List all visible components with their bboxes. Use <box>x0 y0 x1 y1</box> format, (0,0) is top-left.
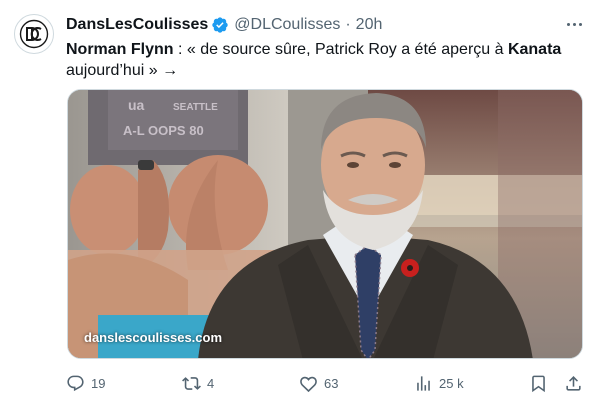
more-options-button[interactable] <box>564 14 584 34</box>
tweet-timestamp[interactable]: 20h <box>356 16 383 34</box>
more-dot <box>578 22 582 26</box>
tweet-text-place: Kanata <box>507 41 562 58</box>
tweet-media-image[interactable]: ua SEATTLE A-L OOPS 80 danslescoulisses.… <box>67 89 583 359</box>
bookmark-icon <box>532 375 545 392</box>
reply-icon <box>67 375 84 391</box>
like-button[interactable]: 63 <box>299 372 338 394</box>
reply-button[interactable]: 19 <box>66 372 105 394</box>
reply-count: 19 <box>91 375 106 391</box>
author-display-name[interactable]: DansLesCoulisses <box>66 16 208 34</box>
retweet-icon <box>182 376 201 390</box>
tweet-header: DansLesCoulisses @DLCoulisses · 20h <box>66 14 382 36</box>
svg-text:A-L OOPS 80: A-L OOPS 80 <box>123 123 204 138</box>
dlc-logo-icon <box>19 19 49 49</box>
bookmark-button[interactable] <box>529 372 548 394</box>
retweet-count: 4 <box>207 375 215 391</box>
retweet-button[interactable]: 4 <box>182 372 214 394</box>
tweet-text-name: Norman Flynn <box>66 41 174 58</box>
media-watermark: danslescoulisses.com <box>84 330 223 345</box>
like-count: 63 <box>324 375 339 391</box>
more-dot <box>572 22 576 26</box>
action-bar: 19 4 63 25 k <box>66 372 586 394</box>
author-handle[interactable]: @DLCoulisses <box>234 16 340 34</box>
more-dot <box>566 22 570 26</box>
tweet-text-quote: : « de source sûre, Patrick Roy a été ap… <box>173 41 508 58</box>
heart-icon <box>300 376 317 392</box>
separator-dot: · <box>345 16 351 33</box>
share-icon <box>566 375 581 391</box>
views-count: 25 k <box>439 375 464 391</box>
tweet-text: Norman Flynn : « de source sûre, Patrick… <box>66 39 576 81</box>
author-avatar[interactable] <box>14 14 54 54</box>
media-photo: ua SEATTLE A-L OOPS 80 <box>68 90 582 358</box>
svg-text:SEATTLE: SEATTLE <box>173 102 218 113</box>
tweet-text-tail: aujourd’hui » → <box>66 62 179 79</box>
views-chart-icon <box>417 375 430 391</box>
verified-badge-icon <box>212 17 228 33</box>
svg-text:ua: ua <box>128 97 145 113</box>
views-button[interactable]: 25 k <box>414 372 464 394</box>
share-button[interactable] <box>564 372 583 394</box>
tweet-card[interactable]: DansLesCoulisses @DLCoulisses · 20h Norm… <box>0 0 600 409</box>
